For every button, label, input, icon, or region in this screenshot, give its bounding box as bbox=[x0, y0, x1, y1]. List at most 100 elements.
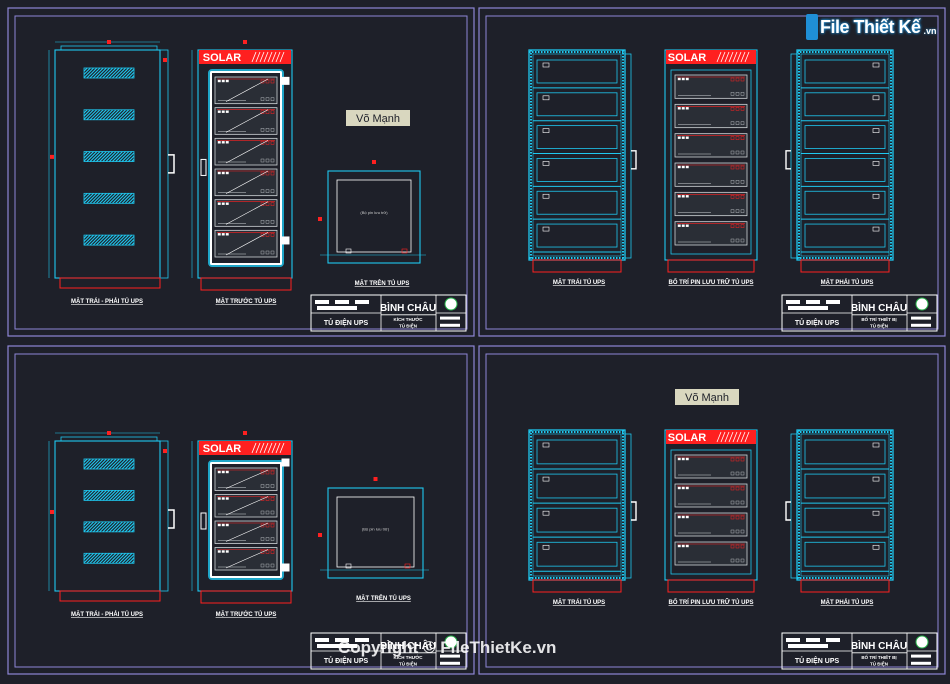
dimension-mark bbox=[243, 40, 247, 44]
title-block-desc: BỐ TRÍ THIẾT BỊ bbox=[861, 315, 896, 322]
battery-module bbox=[674, 221, 748, 246]
title-block-desc: KÍCH THƯỚC bbox=[393, 315, 423, 322]
title-block-project: TỦ ĐIỆN UPS bbox=[324, 318, 369, 327]
view-label-side: MẶT TRÁI - PHẢI TỦ UPS bbox=[71, 298, 143, 305]
solar-label: SOLAR bbox=[668, 52, 707, 64]
top-view-note: (Bộ pin lưu trữ) bbox=[362, 526, 390, 531]
view-label-left: MẶT TRÁI TỦ UPS bbox=[553, 599, 605, 606]
vent-hatch bbox=[83, 109, 135, 121]
battery-module bbox=[214, 467, 278, 491]
cabinet-base bbox=[800, 259, 890, 273]
copyright-watermark: Copyright © FileThietKe.vn bbox=[338, 638, 557, 657]
company-logo-icon bbox=[444, 297, 458, 311]
door-hinge bbox=[200, 158, 207, 176]
door-handle-icon bbox=[631, 150, 637, 170]
dimension-mark bbox=[107, 431, 111, 435]
title-block-desc-2: TỦ ĐIỆN bbox=[870, 659, 888, 666]
battery-module bbox=[214, 520, 278, 544]
battery-module bbox=[674, 74, 748, 99]
left-rack bbox=[528, 429, 626, 581]
dimension-mark bbox=[243, 431, 247, 435]
cabinet-base bbox=[532, 259, 622, 273]
battery-module bbox=[214, 547, 278, 571]
cabinet-base bbox=[800, 579, 890, 593]
title-block-project: TỦ ĐIỆN UPS bbox=[795, 318, 840, 327]
battery-module bbox=[674, 541, 748, 566]
dimension-mark bbox=[163, 449, 167, 453]
dimension-mark bbox=[50, 510, 54, 514]
author-tag-text: Võ Mạnh bbox=[685, 392, 729, 404]
title-block-company: BÌNH CHÂU bbox=[851, 639, 907, 652]
battery-module bbox=[214, 199, 278, 227]
vent-hatch bbox=[83, 151, 135, 162]
logo-domain: .vn bbox=[923, 26, 937, 36]
view-label-arrangement: BỐ TRÍ PIN LƯU TRỮ TỦ UPS bbox=[669, 598, 754, 606]
right-rack bbox=[796, 49, 894, 261]
door-handle-icon bbox=[785, 150, 791, 170]
title-block: TỦ ĐIỆN UPS BÌNH CHÂUKÍCH THƯỚCTỦ ĐIỆN bbox=[310, 294, 467, 332]
top-view-inner bbox=[336, 496, 415, 568]
sheet-bl: MẶT TRÁI - PHẢI TỦ UPS SOLAR MẶT TRƯỚC TỦ … bbox=[7, 345, 475, 675]
vent-hatch bbox=[83, 490, 135, 501]
battery-module bbox=[674, 512, 748, 537]
solar-label: SOLAR bbox=[203, 52, 242, 64]
view-label-front: MẶT TRƯỚC TỦ UPS bbox=[216, 297, 277, 305]
dimension-mark bbox=[372, 160, 376, 164]
author-tag-text: Võ Mạnh bbox=[356, 113, 400, 125]
vent-hatch bbox=[83, 552, 135, 564]
dimension-mark bbox=[373, 477, 378, 481]
solar-label: SOLAR bbox=[668, 432, 707, 444]
view-label-arrangement: BỐ TRÍ PIN LƯU TRỮ TỦ UPS bbox=[669, 278, 754, 286]
vent-hatch bbox=[83, 458, 135, 470]
door-handle-icon bbox=[631, 501, 637, 521]
top-view-inner bbox=[336, 179, 412, 253]
cabinet-base bbox=[200, 277, 292, 291]
cabinet-base bbox=[59, 590, 161, 602]
vent-hatch bbox=[83, 67, 135, 79]
dimension-mark bbox=[318, 217, 322, 221]
cabinet-base bbox=[200, 590, 292, 604]
sheet-br: MẶT TRÁI TỦ UPS SOLAR BỐ TRÍ PIN LƯU TRỮ T… bbox=[478, 345, 946, 675]
title-block-desc: BỐ TRÍ THIẾT BỊ bbox=[861, 653, 896, 660]
view-label-right: MẶT PHẢI TỦ UPS bbox=[821, 599, 874, 606]
filethietke-logo: File Thiết Kế .vn bbox=[806, 12, 937, 42]
logo-text: File Thiết Kế bbox=[820, 16, 921, 37]
title-block-project: TỦ ĐIỆN UPS bbox=[795, 656, 840, 665]
battery-module bbox=[214, 107, 278, 135]
view-label-top: MẶT TRÊN TỦ UPS bbox=[355, 279, 410, 287]
cad-drawing-canvas: MẶT TRÁI - PHẢI TỦ UPS SOLAR MẶT TRƯỚC TỦ … bbox=[7, 7, 946, 675]
dimension-mark bbox=[50, 154, 54, 159]
vent-hatch bbox=[83, 521, 135, 533]
door-hinge bbox=[200, 512, 207, 530]
side-view-cabinet bbox=[54, 440, 161, 592]
vent-hatch bbox=[83, 234, 135, 246]
view-label-left: MẶT TRÁI TỦ UPS bbox=[553, 279, 605, 286]
cabinet-base bbox=[667, 579, 755, 593]
view-label-top: MẶT TRÊN TỦ UPS bbox=[356, 594, 411, 602]
title-block-desc-2: TỦ ĐIỆN bbox=[399, 659, 417, 666]
battery-module bbox=[674, 191, 748, 217]
battery-module bbox=[674, 133, 748, 158]
logo-icon bbox=[806, 14, 818, 40]
battery-module bbox=[674, 103, 748, 129]
door-handle-icon bbox=[785, 501, 791, 521]
title-block-desc-2: TỦ ĐIỆN bbox=[399, 321, 417, 328]
battery-module bbox=[214, 494, 278, 518]
cabinet-base bbox=[667, 259, 755, 273]
title-block: TỦ ĐIỆN UPS BÌNH CHÂUBỐ TRÍ THIẾT BỊTỦ ĐI… bbox=[781, 632, 938, 670]
company-logo-icon bbox=[915, 635, 929, 649]
view-label-front: MẶT TRƯỚC TỦ UPS bbox=[216, 610, 277, 618]
title-block-desc-2: TỦ ĐIỆN bbox=[870, 321, 888, 328]
dimension-mark bbox=[107, 40, 111, 44]
battery-module bbox=[214, 168, 278, 197]
vent-hatch bbox=[83, 192, 135, 204]
view-label-side: MẶT TRÁI - PHẢI TỦ UPS bbox=[71, 611, 143, 618]
dimension-mark bbox=[318, 533, 322, 537]
title-block-company: BÌNH CHÂU bbox=[851, 301, 907, 314]
door-handle-icon bbox=[168, 154, 175, 174]
left-rack bbox=[528, 49, 626, 261]
battery-module bbox=[214, 76, 278, 105]
view-label-right: MẶT PHẢI TỦ UPS bbox=[821, 279, 874, 286]
battery-module bbox=[214, 137, 278, 166]
right-rack bbox=[796, 429, 894, 581]
